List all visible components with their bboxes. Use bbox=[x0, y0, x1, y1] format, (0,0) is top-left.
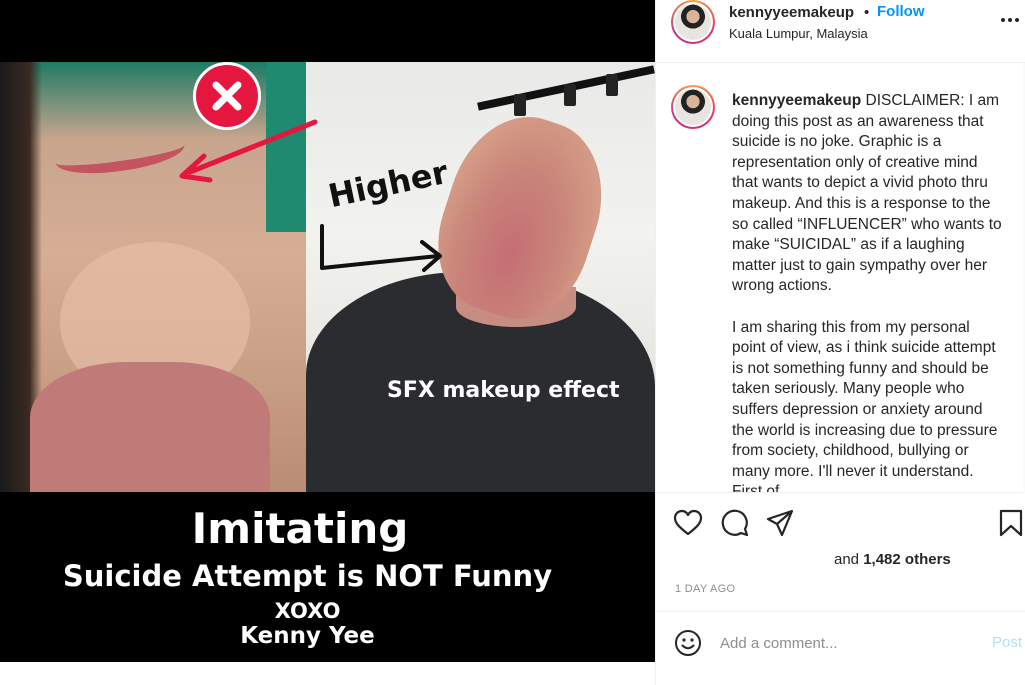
neck-mark bbox=[53, 128, 187, 180]
post-timestamp[interactable]: 1 DAY AGO bbox=[675, 583, 735, 595]
more-horizontal-icon[interactable] bbox=[998, 10, 1022, 30]
caption-line-3: XOXO bbox=[274, 599, 341, 623]
pink-top bbox=[30, 362, 270, 492]
avatar-frame bbox=[673, 2, 713, 42]
red-arrow-icon bbox=[179, 119, 318, 183]
caption-line-2: Suicide Attempt is NOT Funny bbox=[62, 559, 553, 593]
comment-input[interactable] bbox=[720, 630, 970, 656]
likes-prefix: and bbox=[834, 551, 864, 568]
track-lamp bbox=[564, 84, 576, 106]
post-location[interactable]: Kuala Lumpur, Malaysia bbox=[729, 26, 868, 41]
smiley-icon[interactable] bbox=[673, 628, 703, 658]
right-arrow-icon bbox=[320, 224, 442, 272]
likes-count[interactable]: 1,482 others bbox=[863, 551, 951, 568]
comments-area[interactable]: kennyyeemakeup DISCLAIMER: I am doing th… bbox=[656, 63, 1025, 493]
image-caption: Imitating Suicide Attempt is NOT Funny X… bbox=[0, 492, 655, 662]
post-header: kennyyeemakeup • Follow Kuala Lumpur, Ma… bbox=[656, 0, 1025, 63]
action-bar bbox=[656, 494, 1025, 554]
comment-username[interactable]: kennyyeemakeup bbox=[732, 92, 861, 109]
caption-comment: kennyyeemakeup DISCLAIMER: I am doing th… bbox=[732, 91, 1002, 492]
x-mark-glyph bbox=[212, 81, 242, 111]
comment-avatar[interactable] bbox=[671, 85, 715, 129]
likes-summary[interactable]: and 1,482 others bbox=[834, 551, 951, 568]
comment-body: DISCLAIMER: I am doing this post as an a… bbox=[732, 92, 1002, 493]
right-photo bbox=[306, 62, 655, 492]
avatar-photo bbox=[675, 4, 711, 40]
avatar-photo bbox=[675, 89, 711, 125]
author-username[interactable]: kennyyeemakeup bbox=[729, 4, 854, 21]
overlay-sfx-label: SFX makeup effect bbox=[387, 378, 620, 403]
follow-button[interactable]: Follow bbox=[877, 3, 925, 20]
heart-icon[interactable] bbox=[673, 508, 703, 538]
separator-dot: • bbox=[864, 4, 870, 21]
post-comment-button[interactable]: Post bbox=[992, 634, 1022, 651]
post-sidebar: kennyyeemakeup • Follow Kuala Lumpur, Ma… bbox=[655, 0, 1025, 685]
bookmark-icon[interactable] bbox=[996, 508, 1025, 538]
caption-line-4: Kenny Yee bbox=[240, 623, 375, 649]
author-avatar[interactable] bbox=[671, 0, 715, 44]
image-top-band bbox=[0, 0, 655, 62]
send-icon[interactable] bbox=[765, 508, 795, 538]
comment-icon[interactable] bbox=[720, 508, 750, 538]
avatar-frame bbox=[673, 87, 713, 127]
track-lamp bbox=[514, 94, 526, 116]
post-image[interactable]: Higher SFX makeup effect Imitating Suici… bbox=[0, 0, 655, 662]
post-modal: Higher SFX makeup effect Imitating Suici… bbox=[0, 0, 1025, 685]
caption-line-1: Imitating bbox=[191, 504, 409, 553]
track-lamp bbox=[606, 74, 618, 96]
add-comment-bar: Post bbox=[656, 611, 1025, 673]
